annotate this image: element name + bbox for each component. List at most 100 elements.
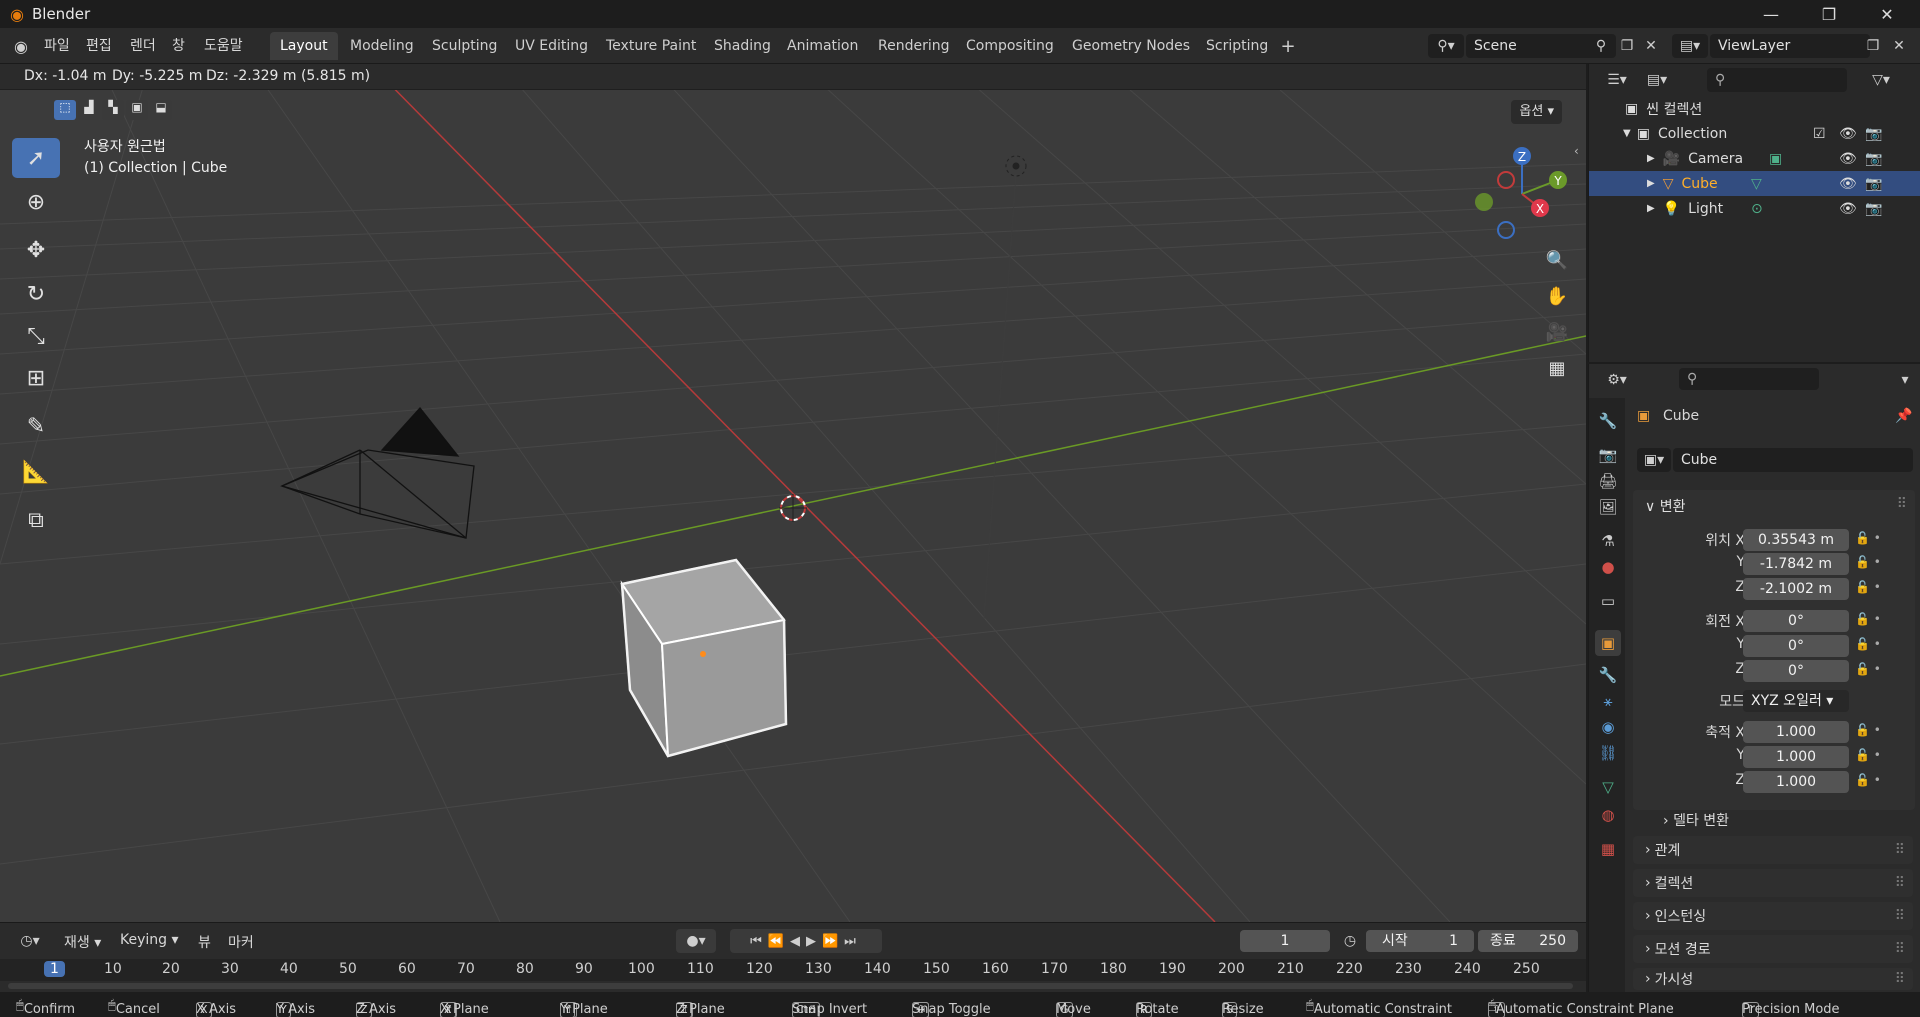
scale-z-field[interactable]: 1.000 [1743, 771, 1849, 793]
menu-render[interactable]: 렌더 [122, 33, 164, 59]
constraints-tab-icon[interactable]: ⛓ [1595, 740, 1621, 766]
visibility-eye-icon[interactable]: 👁 [1839, 176, 1857, 192]
timeline-scrollbar[interactable] [8, 983, 1573, 989]
viewport-options-button[interactable]: 옵션 ▾ [1511, 100, 1562, 124]
3d-cursor[interactable] [779, 494, 807, 522]
rotation-x-field[interactable]: 0° [1743, 610, 1849, 632]
instancing-panel[interactable]: › 인스턴싱 ⠿ [1633, 902, 1913, 930]
cursor-tool-icon[interactable]: ⊕ [12, 182, 60, 222]
render-camera-icon[interactable]: 📷 [1865, 176, 1882, 192]
tab-texture-paint[interactable]: Texture Paint [596, 32, 706, 60]
tool-tab-icon[interactable]: 🔧 [1595, 408, 1621, 434]
close-icon[interactable]: ✕ [1858, 0, 1916, 28]
marker-menu[interactable]: 마커 [228, 932, 254, 952]
select-intersect-icon[interactable]: ⬓ [150, 100, 172, 120]
lock-icon[interactable]: 🔓 • [1855, 748, 1881, 762]
relations-panel[interactable]: › 관계 ⠿ [1633, 836, 1913, 864]
render-camera-icon[interactable]: 📷 [1865, 201, 1882, 217]
scene-tab-icon[interactable]: ⚗ [1595, 528, 1621, 554]
delete-scene-icon[interactable]: ✕ [1640, 34, 1662, 58]
world-tab-icon[interactable]: ● [1595, 554, 1621, 580]
navigation-gizmo[interactable]: Z Y X [1470, 142, 1580, 252]
render-camera-icon[interactable]: 📷 [1865, 151, 1882, 167]
tab-geometry-nodes[interactable]: Geometry Nodes [1062, 32, 1200, 60]
add-workspace-icon[interactable]: + [1278, 34, 1298, 58]
collections-panel[interactable]: › 컬렉션 ⠿ [1633, 869, 1913, 897]
scene-browse-icon[interactable]: ⚲▾ [1428, 34, 1464, 58]
sidebar-toggle-icon[interactable]: ‹ [1574, 144, 1579, 158]
render-tab-icon[interactable]: 📷 [1595, 442, 1621, 468]
object-name-field[interactable]: Cube [1673, 448, 1913, 472]
object-tab-icon[interactable]: ▣ [1595, 630, 1621, 656]
visibility-eye-icon[interactable]: 👁 [1839, 151, 1857, 167]
pin-icon[interactable]: ⚲ [1590, 34, 1612, 58]
zoom-icon[interactable]: 🔍 [1541, 244, 1573, 276]
tab-animation[interactable]: Animation [777, 32, 868, 60]
delete-view-layer-icon[interactable]: ✕ [1888, 34, 1910, 58]
menu-edit[interactable]: 편집 [78, 33, 120, 59]
physics-tab-icon[interactable]: ◉ [1595, 714, 1621, 740]
camera-data-icon[interactable]: ▣ [1769, 151, 1782, 167]
expand-cube-icon[interactable]: ▶ [1647, 178, 1655, 189]
tab-uv-editing[interactable]: UV Editing [505, 32, 598, 60]
new-view-layer-icon[interactable]: ❐ [1862, 34, 1884, 58]
outliner-search-input[interactable]: ⚲ [1707, 68, 1847, 92]
particles-tab-icon[interactable]: ⚹ [1595, 688, 1621, 714]
end-frame-field[interactable]: 종료 250 [1478, 930, 1578, 952]
drag-handle-icon[interactable]: ⠿ [1897, 496, 1907, 512]
select-extend-icon[interactable]: ▟ [78, 100, 100, 120]
modifier-tab-icon[interactable]: 🔧 [1595, 662, 1621, 688]
output-tab-icon[interactable]: 🖨 [1595, 468, 1621, 494]
annotate-tool-icon[interactable]: ✎ [12, 406, 60, 446]
properties-search-input[interactable]: ⚲ [1679, 368, 1819, 390]
outliner-row-collection[interactable]: ▼ ▣ Collection ☑ 👁 📷 [1589, 121, 1920, 146]
render-camera-icon[interactable]: 📷 [1865, 126, 1882, 142]
data-tab-icon[interactable]: ▽ [1595, 774, 1621, 800]
select-invert-icon[interactable]: ▣ [126, 100, 148, 120]
tab-shading[interactable]: Shading [704, 32, 781, 60]
rotate-tool-icon[interactable]: ↻ [12, 274, 60, 314]
location-x-field[interactable]: 0.35543 m [1743, 529, 1849, 551]
lock-icon[interactable]: 🔓 • [1855, 773, 1881, 787]
outliner-row-camera[interactable]: ▶ 🎥 Camera ▣ 👁 📷 [1589, 146, 1920, 171]
tab-compositing[interactable]: Compositing [956, 32, 1064, 60]
lock-icon[interactable]: 🔓 • [1855, 662, 1881, 676]
visibility-eye-icon[interactable]: 👁 [1839, 201, 1857, 217]
rotation-y-field[interactable]: 0° [1743, 635, 1849, 657]
location-y-field[interactable]: -1.7842 m [1743, 553, 1849, 575]
view-layer-tab-icon[interactable]: 🖼 [1595, 494, 1621, 520]
record-icon[interactable]: ●▾ [676, 929, 716, 953]
timeline-frame-ruler[interactable]: 1 10 20 30 40 50 60 70 80 90 100 110 120… [0, 959, 1586, 981]
scale-y-field[interactable]: 1.000 [1743, 746, 1849, 768]
light-object[interactable] [1005, 155, 1027, 177]
keying-menu[interactable]: Keying ▾ [120, 932, 179, 948]
camera-view-icon[interactable]: 🎥 [1541, 316, 1573, 348]
select-new-icon[interactable]: ⬚ [54, 100, 76, 120]
view-layer-field[interactable]: ViewLayer [1710, 34, 1870, 58]
expand-camera-icon[interactable]: ▶ [1647, 153, 1655, 164]
lock-icon[interactable]: 🔓 • [1855, 723, 1881, 737]
collection-tab-icon[interactable]: ▭ [1595, 588, 1621, 614]
menu-window[interactable]: 창 [164, 33, 193, 59]
tab-modeling[interactable]: Modeling [340, 32, 424, 60]
outliner-row-light[interactable]: ▶ 💡 Light ⊙ 👁 📷 [1589, 196, 1920, 221]
preview-range-icon[interactable]: ◷ [1338, 929, 1362, 953]
new-scene-icon[interactable]: ❐ [1616, 34, 1638, 58]
current-frame-marker[interactable]: 1 [44, 961, 65, 977]
menu-file[interactable]: 파일 [36, 33, 78, 59]
cube-object[interactable] [620, 558, 788, 758]
playback-menu[interactable]: 재생 ▾ [64, 932, 101, 952]
display-mode-icon[interactable]: ▤▾ [1639, 68, 1675, 92]
view-menu[interactable]: 뷰 [198, 932, 211, 952]
object-browse-icon[interactable]: ▣▾ [1637, 448, 1671, 472]
start-frame-field[interactable]: 시작 1 [1366, 930, 1474, 952]
timeline-editor-type-icon[interactable]: ◷▾ [10, 929, 50, 953]
lock-icon[interactable]: 🔓 • [1855, 531, 1881, 545]
select-box-tool-icon[interactable]: ➚ [12, 138, 60, 178]
motion-paths-panel[interactable]: › 모션 경로 ⠿ [1633, 935, 1913, 963]
measure-tool-icon[interactable]: 📐 [12, 452, 60, 492]
expand-light-icon[interactable]: ▶ [1647, 203, 1655, 214]
3d-viewport[interactable]: Dx: -1.04 m Dy: -5.225 m Dz: -2.329 m (5… [0, 64, 1586, 922]
outliner-editor-type-icon[interactable]: ☰▾ [1599, 68, 1635, 92]
lock-icon[interactable]: 🔓 • [1855, 637, 1881, 651]
